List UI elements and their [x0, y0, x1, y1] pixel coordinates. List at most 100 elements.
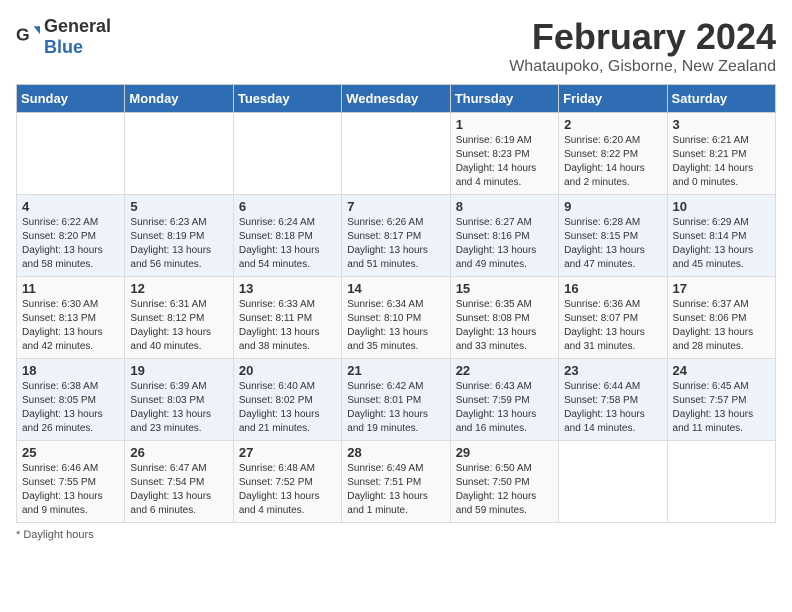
calendar-cell — [233, 113, 341, 195]
day-number: 2 — [564, 117, 661, 132]
calendar-cell: 25 Sunrise: 6:46 AMSunset: 7:55 PMDayligh… — [17, 441, 125, 523]
calendar-cell: 2 Sunrise: 6:20 AMSunset: 8:22 PMDaylight… — [559, 113, 667, 195]
day-info: Sunrise: 6:27 AMSunset: 8:16 PMDaylight:… — [456, 216, 553, 272]
day-info: Sunrise: 6:26 AMSunset: 8:17 PMDaylight:… — [347, 216, 444, 272]
calendar-cell: 19Sunrise: 6:39 AMSunset: 8:03 PMDayligh… — [125, 359, 233, 441]
calendar-cell: 14 Sunrise: 6:34 AMSunset: 8:10 PMDayligh… — [342, 277, 450, 359]
day-number: 22 — [456, 363, 553, 378]
day-info: Sunrise: 6:23 AMSunset: 8:19 PMDaylight:… — [130, 216, 227, 272]
weekday-header-tuesday: Tuesday — [233, 85, 341, 113]
day-info: Sunrise: 6:35 AMSunset: 8:08 PMDaylight:… — [456, 298, 553, 354]
day-number: 28 — [347, 445, 444, 460]
day-info: Sunrise: 6:21 AMSunset: 8:21 PMDaylight:… — [673, 134, 770, 190]
day-number: 4 — [22, 199, 119, 214]
day-info: Sunrise: 6:34 AMSunset: 8:10 PMDaylight:… — [347, 298, 444, 354]
day-number: 25 — [22, 445, 119, 460]
logo-blue: Blue — [44, 37, 83, 57]
calendar-cell: 16 Sunrise: 6:36 AMSunset: 8:07 PMDayligh… — [559, 277, 667, 359]
calendar-cell: 10 Sunrise: 6:29 AMSunset: 8:14 PMDayligh… — [667, 195, 775, 277]
day-info: Sunrise: 6:40 AMSunset: 8:02 PMDaylight:… — [239, 380, 336, 436]
day-info: Sunrise: 6:38 AMSunset: 8:05 PMDaylight:… — [22, 380, 119, 436]
day-info: Sunrise: 6:42 AMSunset: 8:01 PMDaylight:… — [347, 380, 444, 436]
calendar-cell: 3 Sunrise: 6:21 AMSunset: 8:21 PMDaylight… — [667, 113, 775, 195]
calendar-cell — [17, 113, 125, 195]
calendar-cell: 11Sunrise: 6:30 AMSunset: 8:13 PMDayligh… — [17, 277, 125, 359]
calendar-cell — [559, 441, 667, 523]
day-info: Sunrise: 6:47 AMSunset: 7:54 PMDaylight:… — [130, 462, 227, 518]
weekday-header-sunday: Sunday — [17, 85, 125, 113]
calendar-cell — [342, 113, 450, 195]
day-number: 12 — [130, 281, 227, 296]
day-number: 15 — [456, 281, 553, 296]
day-info: Sunrise: 6:19 AMSunset: 8:23 PMDaylight:… — [456, 134, 553, 190]
calendar-week-row: 25 Sunrise: 6:46 AMSunset: 7:55 PMDayligh… — [17, 441, 776, 523]
logo-mark: G — [16, 23, 40, 52]
day-info: Sunrise: 6:36 AMSunset: 8:07 PMDaylight:… — [564, 298, 661, 354]
day-number: 16 — [564, 281, 661, 296]
day-number: 21 — [347, 363, 444, 378]
day-info: Sunrise: 6:20 AMSunset: 8:22 PMDaylight:… — [564, 134, 661, 190]
day-number: 14 — [347, 281, 444, 296]
day-number: 17 — [673, 281, 770, 296]
calendar-cell: 13 Sunrise: 6:33 AMSunset: 8:11 PMDayligh… — [233, 277, 341, 359]
calendar-cell: 5 Sunrise: 6:23 AMSunset: 8:19 PMDaylight… — [125, 195, 233, 277]
day-number: 24 — [673, 363, 770, 378]
day-number: 19 — [130, 363, 227, 378]
calendar-cell: 27 Sunrise: 6:48 AMSunset: 7:52 PMDayligh… — [233, 441, 341, 523]
calendar-cell: 18Sunrise: 6:38 AMSunset: 8:05 PMDayligh… — [17, 359, 125, 441]
day-info: Sunrise: 6:45 AMSunset: 7:57 PMDaylight:… — [673, 380, 770, 436]
calendar-cell: 21 Sunrise: 6:42 AMSunset: 8:01 PMDayligh… — [342, 359, 450, 441]
calendar-cell: 26Sunrise: 6:47 AMSunset: 7:54 PMDayligh… — [125, 441, 233, 523]
calendar-cell — [125, 113, 233, 195]
location-subtitle: Whataupoko, Gisborne, New Zealand — [509, 58, 776, 76]
footer-note: * Daylight hours — [16, 529, 776, 541]
day-number: 13 — [239, 281, 336, 296]
logo-general: General — [44, 16, 111, 36]
calendar-cell: 29Sunrise: 6:50 AMSunset: 7:50 PMDayligh… — [450, 441, 558, 523]
day-number: 10 — [673, 199, 770, 214]
logo-text: General Blue — [44, 16, 111, 58]
calendar-cell: 1 Sunrise: 6:19 AMSunset: 8:23 PMDaylight… — [450, 113, 558, 195]
month-year-title: February 2024 — [509, 16, 776, 58]
day-info: Sunrise: 6:33 AMSunset: 8:11 PMDaylight:… — [239, 298, 336, 354]
calendar-cell: 28Sunrise: 6:49 AMSunset: 7:51 PMDayligh… — [342, 441, 450, 523]
weekday-header-monday: Monday — [125, 85, 233, 113]
calendar-cell: 8 Sunrise: 6:27 AMSunset: 8:16 PMDaylight… — [450, 195, 558, 277]
day-info: Sunrise: 6:22 AMSunset: 8:20 PMDaylight:… — [22, 216, 119, 272]
day-number: 20 — [239, 363, 336, 378]
day-number: 7 — [347, 199, 444, 214]
day-info: Sunrise: 6:43 AMSunset: 7:59 PMDaylight:… — [456, 380, 553, 436]
calendar-cell: 4 Sunrise: 6:22 AMSunset: 8:20 PMDaylight… — [17, 195, 125, 277]
day-info: Sunrise: 6:24 AMSunset: 8:18 PMDaylight:… — [239, 216, 336, 272]
day-number: 9 — [564, 199, 661, 214]
day-number: 8 — [456, 199, 553, 214]
day-info: Sunrise: 6:46 AMSunset: 7:55 PMDaylight:… — [22, 462, 119, 518]
calendar-cell: 23 Sunrise: 6:44 AMSunset: 7:58 PMDayligh… — [559, 359, 667, 441]
calendar-cell: 7 Sunrise: 6:26 AMSunset: 8:17 PMDaylight… — [342, 195, 450, 277]
calendar-cell: 20 Sunrise: 6:40 AMSunset: 8:02 PMDayligh… — [233, 359, 341, 441]
day-number: 29 — [456, 445, 553, 460]
day-number: 3 — [673, 117, 770, 132]
day-info: Sunrise: 6:31 AMSunset: 8:12 PMDaylight:… — [130, 298, 227, 354]
calendar-table: SundayMondayTuesdayWednesdayThursdayFrid… — [16, 84, 776, 523]
calendar-cell: 9 Sunrise: 6:28 AMSunset: 8:15 PMDaylight… — [559, 195, 667, 277]
logo: G General Blue — [16, 16, 111, 58]
day-info: Sunrise: 6:37 AMSunset: 8:06 PMDaylight:… — [673, 298, 770, 354]
day-info: Sunrise: 6:48 AMSunset: 7:52 PMDaylight:… — [239, 462, 336, 518]
day-info: Sunrise: 6:28 AMSunset: 8:15 PMDaylight:… — [564, 216, 661, 272]
weekday-header-row: SundayMondayTuesdayWednesdayThursdayFrid… — [17, 85, 776, 113]
calendar-week-row: 4 Sunrise: 6:22 AMSunset: 8:20 PMDaylight… — [17, 195, 776, 277]
day-number: 1 — [456, 117, 553, 132]
weekday-header-thursday: Thursday — [450, 85, 558, 113]
calendar-cell: 17 Sunrise: 6:37 AMSunset: 8:06 PMDayligh… — [667, 277, 775, 359]
day-number: 5 — [130, 199, 227, 214]
day-info: Sunrise: 6:44 AMSunset: 7:58 PMDaylight:… — [564, 380, 661, 436]
calendar-cell: 22 Sunrise: 6:43 AMSunset: 7:59 PMDayligh… — [450, 359, 558, 441]
day-number: 27 — [239, 445, 336, 460]
calendar-week-row: 18Sunrise: 6:38 AMSunset: 8:05 PMDayligh… — [17, 359, 776, 441]
day-info: Sunrise: 6:29 AMSunset: 8:14 PMDaylight:… — [673, 216, 770, 272]
weekday-header-friday: Friday — [559, 85, 667, 113]
page-header: G General Blue February 2024 Whataupoko,… — [16, 16, 776, 76]
day-info: Sunrise: 6:30 AMSunset: 8:13 PMDaylight:… — [22, 298, 119, 354]
day-number: 23 — [564, 363, 661, 378]
